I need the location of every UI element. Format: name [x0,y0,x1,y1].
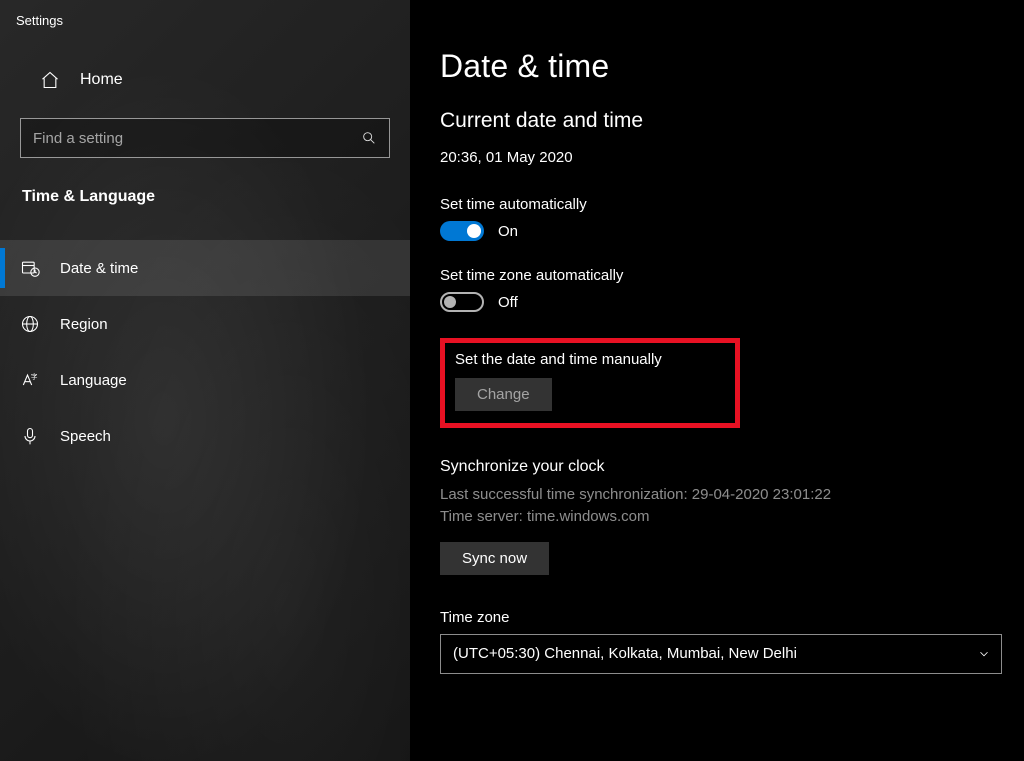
auto-tz-toggle[interactable] [440,292,484,312]
language-icon: 字 [20,370,40,390]
calendar-clock-icon [20,258,40,278]
time-server-text: Time server: time.windows.com [440,506,996,528]
auto-tz-label: Set time zone automatically [440,267,996,284]
home-icon [40,70,60,90]
search-icon [361,130,377,146]
sync-now-button[interactable]: Sync now [440,542,549,575]
manual-datetime-highlight: Set the date and time manually Change [440,338,740,428]
nav-label: Date & time [60,260,138,277]
nav-label: Region [60,316,108,333]
search-input[interactable] [20,118,390,158]
nav-item-date-time[interactable]: Date & time [0,240,410,296]
page-title: Date & time [440,48,996,85]
nav-label: Language [60,372,127,389]
auto-tz-state: Off [498,294,518,311]
manual-label: Set the date and time manually [455,351,725,368]
change-button[interactable]: Change [455,378,552,411]
nav-item-speech[interactable]: Speech [0,408,410,464]
section-header: Time & Language [0,158,410,220]
svg-text:字: 字 [31,372,38,381]
sidebar: Settings Home Time & Language Date & tim… [0,0,410,761]
home-button[interactable]: Home [0,56,410,104]
auto-time-toggle[interactable] [440,221,484,241]
globe-icon [20,314,40,334]
nav-item-language[interactable]: 字 Language [0,352,410,408]
nav-item-region[interactable]: Region [0,296,410,352]
app-title: Settings [0,0,410,28]
timezone-select[interactable]: (UTC+05:30) Chennai, Kolkata, Mumbai, Ne… [440,634,1002,674]
nav-label: Speech [60,428,111,445]
auto-time-label: Set time automatically [440,196,996,213]
auto-time-state: On [498,223,518,240]
chevron-down-icon [977,647,991,661]
timezone-value: (UTC+05:30) Chennai, Kolkata, Mumbai, Ne… [453,645,797,662]
home-label: Home [80,71,123,89]
last-sync-text: Last successful time synchronization: 29… [440,484,996,506]
current-heading: Current date and time [440,109,996,133]
timezone-label: Time zone [440,609,996,626]
search-field[interactable] [33,130,361,147]
current-datetime: 20:36, 01 May 2020 [440,149,996,166]
microphone-icon [20,426,40,446]
content: Date & time Current date and time 20:36,… [410,0,1024,761]
nav: Date & time Region 字 Language Speech [0,240,410,464]
sync-heading: Synchronize your clock [440,458,996,476]
